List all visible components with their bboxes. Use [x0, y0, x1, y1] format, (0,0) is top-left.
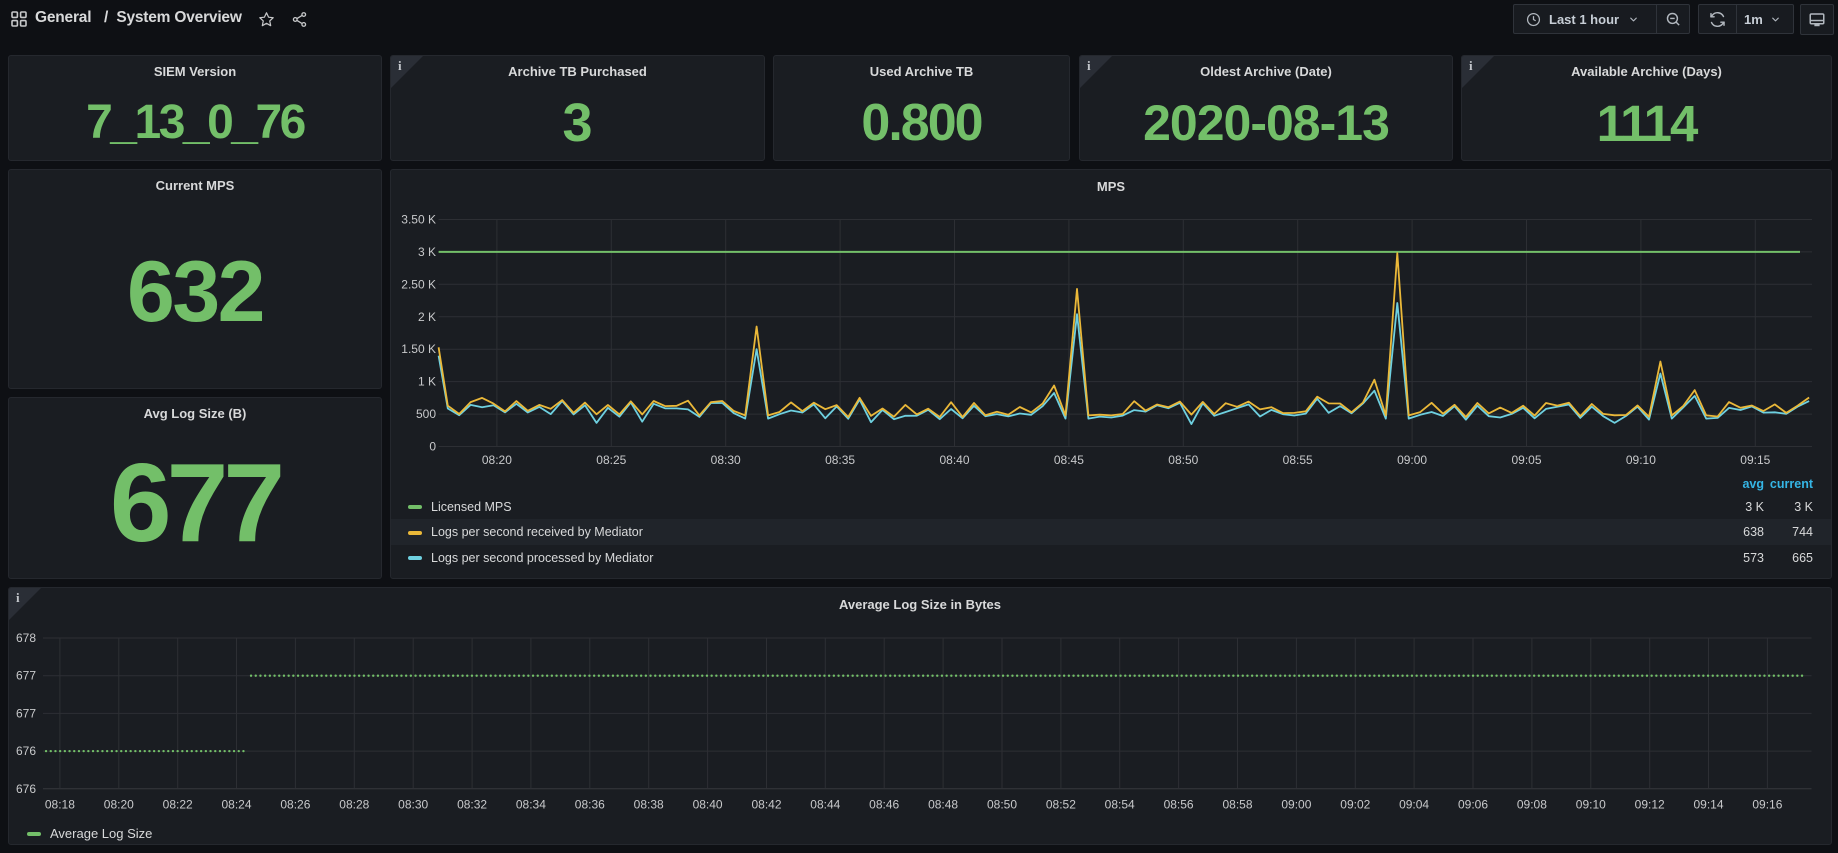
svg-text:08:24: 08:24 — [221, 798, 251, 812]
svg-text:676: 676 — [16, 782, 36, 796]
svg-text:08:46: 08:46 — [869, 798, 899, 812]
svg-text:08:58: 08:58 — [1222, 798, 1252, 812]
svg-text:08:25: 08:25 — [596, 453, 626, 467]
svg-text:09:10: 09:10 — [1576, 798, 1606, 812]
svg-text:678: 678 — [16, 631, 36, 645]
svg-text:09:14: 09:14 — [1693, 798, 1723, 812]
svg-text:09:10: 09:10 — [1626, 453, 1656, 467]
svg-text:08:20: 08:20 — [104, 798, 134, 812]
svg-text:09:16: 09:16 — [1752, 798, 1782, 812]
svg-text:0: 0 — [429, 440, 436, 454]
svg-text:500: 500 — [416, 407, 436, 421]
svg-text:08:52: 08:52 — [1046, 798, 1076, 812]
svg-text:09:15: 09:15 — [1740, 453, 1770, 467]
svg-text:08:28: 08:28 — [339, 798, 369, 812]
svg-text:09:06: 09:06 — [1458, 798, 1488, 812]
svg-text:08:18: 08:18 — [45, 798, 75, 812]
svg-text:08:26: 08:26 — [280, 798, 310, 812]
svg-text:2 K: 2 K — [418, 310, 436, 324]
svg-text:09:02: 09:02 — [1340, 798, 1370, 812]
svg-text:08:42: 08:42 — [751, 798, 781, 812]
svg-text:09:08: 09:08 — [1517, 798, 1547, 812]
svg-text:09:12: 09:12 — [1635, 798, 1665, 812]
svg-text:08:40: 08:40 — [939, 453, 969, 467]
svg-text:3 K: 3 K — [418, 245, 436, 259]
svg-text:677: 677 — [16, 706, 36, 720]
svg-text:08:44: 08:44 — [810, 798, 840, 812]
svg-text:08:54: 08:54 — [1105, 798, 1135, 812]
svg-text:08:20: 08:20 — [482, 453, 512, 467]
svg-text:3.50 K: 3.50 K — [401, 213, 436, 227]
svg-text:08:45: 08:45 — [1054, 453, 1084, 467]
svg-text:09:00: 09:00 — [1397, 453, 1427, 467]
svg-text:08:22: 08:22 — [163, 798, 193, 812]
svg-text:1 K: 1 K — [418, 375, 436, 389]
svg-text:08:30: 08:30 — [711, 453, 741, 467]
svg-text:08:55: 08:55 — [1283, 453, 1313, 467]
svg-text:08:38: 08:38 — [634, 798, 664, 812]
svg-text:1.50 K: 1.50 K — [401, 342, 436, 356]
svg-text:08:56: 08:56 — [1164, 798, 1194, 812]
svg-text:08:36: 08:36 — [575, 798, 605, 812]
svg-text:08:48: 08:48 — [928, 798, 958, 812]
svg-text:09:00: 09:00 — [1281, 798, 1311, 812]
svg-text:08:50: 08:50 — [987, 798, 1017, 812]
svg-text:677: 677 — [16, 669, 36, 683]
svg-text:09:04: 09:04 — [1399, 798, 1429, 812]
svg-text:676: 676 — [16, 744, 36, 758]
svg-text:08:50: 08:50 — [1168, 453, 1198, 467]
svg-text:08:34: 08:34 — [516, 798, 546, 812]
svg-text:09:05: 09:05 — [1511, 453, 1541, 467]
svg-text:08:35: 08:35 — [825, 453, 855, 467]
svg-text:08:32: 08:32 — [457, 798, 487, 812]
svg-text:08:40: 08:40 — [693, 798, 723, 812]
svg-text:2.50 K: 2.50 K — [401, 277, 436, 291]
svg-text:08:30: 08:30 — [398, 798, 428, 812]
